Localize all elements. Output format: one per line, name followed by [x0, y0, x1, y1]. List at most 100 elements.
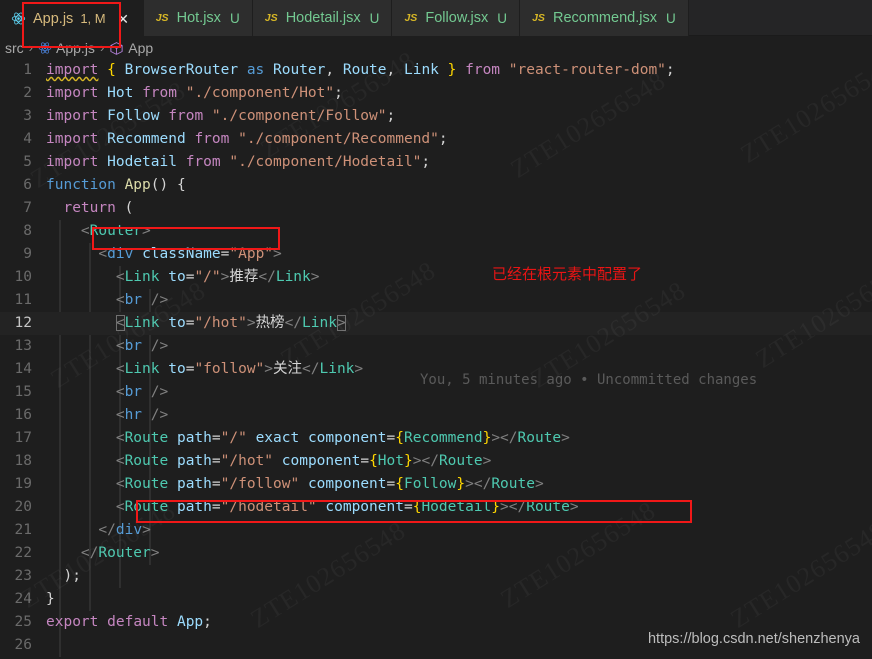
line-number: 16: [14, 407, 32, 423]
chevron-right-icon: ›: [28, 40, 34, 55]
code-line[interactable]: 3 import Follow from "./component/Follow…: [0, 105, 872, 128]
line-number: 22: [14, 545, 32, 561]
line-content[interactable]: }: [46, 588, 872, 611]
line-content[interactable]: <div className="App">: [46, 243, 872, 266]
line-content[interactable]: import Hot from "./component/Hot";: [46, 82, 872, 105]
tab-label: App.js: [33, 10, 74, 27]
line-content[interactable]: <Link to="/">推荐</Link>: [46, 266, 872, 289]
line-number: 13: [14, 338, 32, 354]
line-content[interactable]: <Route path="/hodetail" component={Hodet…: [46, 496, 872, 519]
code-line-active[interactable]: 12 <Link to="/hot">热榜</Link>: [0, 312, 872, 335]
line-number: 23: [14, 568, 32, 584]
tab-label: Hodetail.jsx: [285, 10, 361, 26]
code-line[interactable]: 23 );: [0, 565, 872, 588]
line-number: 20: [14, 499, 32, 515]
line-content[interactable]: import Hodetail from "./component/Hodeta…: [46, 151, 872, 174]
tab-label: Recommend.jsx: [553, 10, 657, 26]
close-icon[interactable]: ✕: [116, 11, 131, 26]
breadcrumb-item-src[interactable]: src: [5, 40, 24, 56]
code-line[interactable]: 5 import Hodetail from "./component/Hode…: [0, 151, 872, 174]
line-number: 2: [23, 85, 32, 101]
line-number: 17: [14, 430, 32, 446]
code-line[interactable]: 11 <br />: [0, 289, 872, 312]
code-line[interactable]: 9 <div className="App">: [0, 243, 872, 266]
chevron-right-icon: ›: [99, 40, 105, 55]
vscode-window: App.js 1, M ✕ JS Hot.jsx U JS Hodetail.j…: [0, 0, 872, 659]
line-content[interactable]: import Recommend from "./component/Recom…: [46, 128, 872, 151]
breadcrumb-label: App.js: [56, 39, 95, 56]
source-url-watermark: https://blog.csdn.net/shenzhenya: [647, 631, 860, 647]
code-line[interactable]: 7 return (: [0, 197, 872, 220]
line-content[interactable]: <hr />: [46, 404, 872, 427]
tab-label: Hot.jsx: [176, 10, 221, 26]
code-line[interactable]: 21 </div>: [0, 519, 872, 542]
js-icon: JS: [264, 12, 278, 24]
cube-icon: [109, 40, 124, 56]
react-icon: [11, 11, 26, 26]
tab-badge: 1, M: [80, 11, 106, 26]
git-blame-hint: You, 5 minutes ago • Uncommitted changes: [420, 372, 758, 388]
tab-app-js[interactable]: App.js 1, M ✕: [0, 0, 144, 36]
tab-follow-jsx[interactable]: JS Follow.jsx U: [392, 0, 520, 36]
line-content[interactable]: </div>: [46, 519, 872, 542]
code-line[interactable]: 13 <br />: [0, 335, 872, 358]
code-line[interactable]: 22 </Router>: [0, 542, 872, 565]
line-content[interactable]: function App() {: [46, 174, 872, 197]
tab-hodetail-jsx[interactable]: JS Hodetail.jsx U: [252, 0, 393, 36]
line-number: 14: [14, 361, 32, 377]
line-content[interactable]: <br />: [46, 335, 872, 358]
code-line[interactable]: 24 }: [0, 588, 872, 611]
code-line[interactable]: 10 <Link to="/">推荐</Link>: [0, 266, 872, 289]
code-line[interactable]: 6 function App() {: [0, 174, 872, 197]
line-number: 11: [14, 292, 32, 308]
line-content[interactable]: <Route path="/hot" component={Hot}></Rou…: [46, 450, 872, 473]
tab-label: Follow.jsx: [425, 10, 489, 26]
line-content[interactable]: <Route path="/follow" component={Follow}…: [46, 473, 872, 496]
line-content[interactable]: );: [46, 565, 872, 588]
line-number: 8: [23, 223, 32, 239]
line-number: 21: [14, 522, 32, 538]
line-content[interactable]: import Follow from "./component/Follow";: [46, 105, 872, 128]
code-line[interactable]: 17 <Route path="/" exact component={Reco…: [0, 427, 872, 450]
code-line[interactable]: 1 import { BrowserRouter as Router, Rout…: [0, 59, 872, 82]
code-line[interactable]: 4 import Recommend from "./component/Rec…: [0, 128, 872, 151]
line-number: 1: [23, 62, 32, 78]
tab-recommend-jsx[interactable]: JS Recommend.jsx U: [520, 0, 689, 36]
code-line[interactable]: 2 import Hot from "./component/Hot";: [0, 82, 872, 105]
editor-tab-bar: App.js 1, M ✕ JS Hot.jsx U JS Hodetail.j…: [0, 0, 872, 36]
line-number: 7: [23, 200, 32, 216]
code-line[interactable]: 16 <hr />: [0, 404, 872, 427]
line-content[interactable]: <Route path="/" exact component={Recomme…: [46, 427, 872, 450]
code-line[interactable]: 8 <Router>: [0, 220, 872, 243]
code-line[interactable]: 19 <Route path="/follow" component={Foll…: [0, 473, 872, 496]
line-number: 25: [14, 614, 32, 630]
line-number: 19: [14, 476, 32, 492]
breadcrumb-item-app-symbol[interactable]: App: [109, 40, 153, 56]
breadcrumb-label: src: [5, 39, 24, 56]
react-icon: [38, 40, 52, 56]
line-number: 9: [23, 246, 32, 262]
tab-status: U: [665, 10, 676, 26]
line-content[interactable]: <Router>: [46, 220, 872, 243]
line-content[interactable]: return (: [46, 197, 872, 220]
line-content[interactable]: </Router>: [46, 542, 872, 565]
tab-hot-jsx[interactable]: JS Hot.jsx U: [143, 0, 253, 36]
line-number: 6: [23, 177, 32, 193]
tab-status: U: [369, 10, 380, 26]
tab-status: U: [497, 10, 507, 26]
annotation-note: 已经在根元素中配置了: [492, 265, 643, 283]
line-number: 12: [14, 315, 32, 331]
line-content[interactable]: import { BrowserRouter as Router, Route,…: [46, 59, 872, 82]
js-icon: JS: [155, 12, 169, 24]
line-content[interactable]: <br />: [46, 289, 872, 312]
code-editor[interactable]: 1 import { BrowserRouter as Router, Rout…: [0, 59, 872, 659]
line-number: 18: [14, 453, 32, 469]
js-icon: JS: [404, 12, 418, 24]
js-icon: JS: [532, 12, 545, 24]
breadcrumb-item-app-js[interactable]: App.js: [38, 40, 95, 56]
breadcrumb-label: App: [128, 39, 154, 56]
breadcrumb: src › App.js › App: [0, 36, 872, 59]
code-line[interactable]: 18 <Route path="/hot" component={Hot}></…: [0, 450, 872, 473]
line-content[interactable]: <Link to="/hot">热榜</Link>: [46, 312, 872, 335]
code-line[interactable]: 20 <Route path="/hodetail" component={Ho…: [0, 496, 872, 519]
